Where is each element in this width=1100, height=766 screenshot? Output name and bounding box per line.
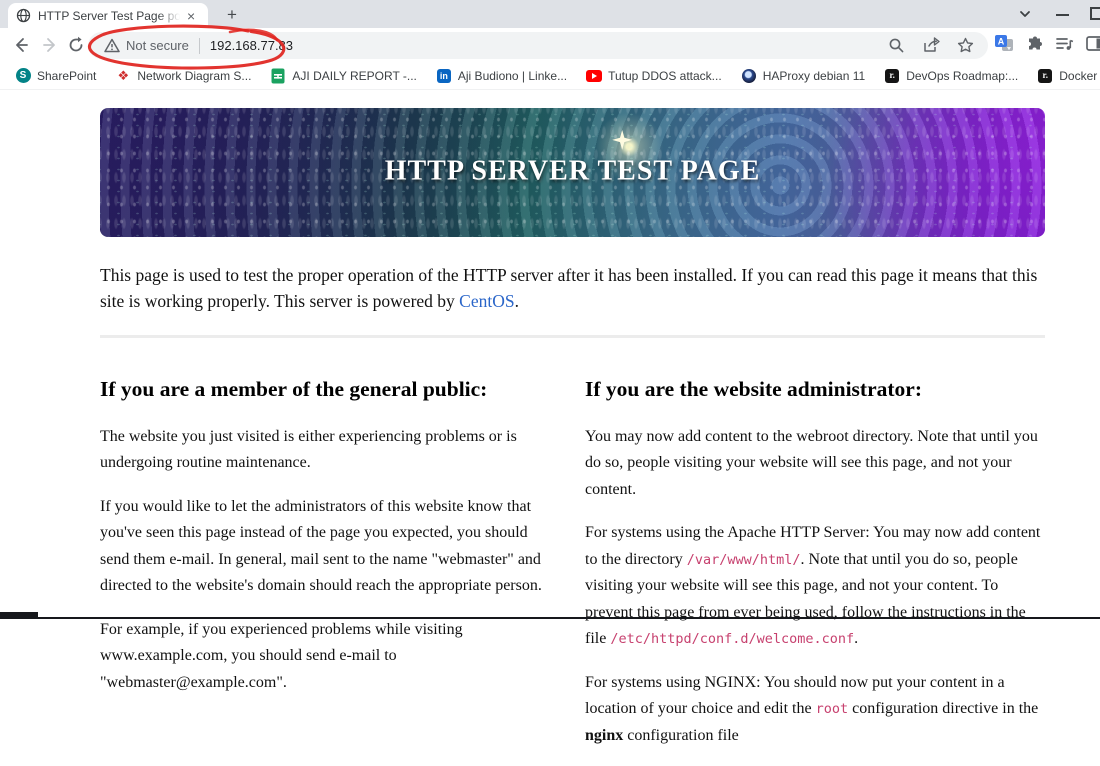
admin-paragraph-3: For systems using NGINX: You should now …	[585, 670, 1045, 750]
bookmark-youtube[interactable]: Tutup DDOS attack...	[581, 66, 727, 86]
maximize-icon[interactable]	[1090, 7, 1100, 20]
bookmark-haproxy[interactable]: HAProxy debian 11	[736, 66, 871, 86]
bookmark-network-diagram[interactable]: ❖ Network Diagram S...	[110, 66, 256, 86]
starburst-decoration	[612, 130, 632, 150]
media-controls-icon[interactable]	[1055, 35, 1074, 52]
url-text[interactable]: 192.168.77.83	[210, 38, 293, 53]
tab-title: HTTP Server Test Page powered	[38, 9, 180, 23]
google-sheets-icon	[270, 68, 286, 84]
public-paragraph-2: If you would like to let the administrat…	[100, 494, 560, 600]
tab-close-icon[interactable]: ×	[187, 9, 195, 23]
back-icon[interactable]	[8, 32, 34, 58]
share-icon[interactable]	[922, 37, 940, 54]
tab-search-chevron-icon[interactable]	[1016, 6, 1034, 22]
bookmark-linkedin[interactable]: in Aji Budiono | Linke...	[431, 66, 572, 86]
youtube-icon	[586, 68, 602, 84]
roadmap-icon: r.	[884, 68, 900, 84]
test-page-banner: HTTP SERVER TEST PAGE	[100, 108, 1045, 237]
roadmap-icon: r.	[1037, 68, 1053, 84]
new-tab-button[interactable]: +	[220, 5, 244, 26]
address-bar[interactable]: Not secure 192.168.77.83	[88, 32, 988, 59]
search-icon[interactable]	[888, 37, 905, 54]
browser-titlebar: HTTP Server Test Page powered × +	[0, 0, 1100, 28]
banner-title: HTTP SERVER TEST PAGE	[100, 155, 1045, 187]
forward-icon[interactable]	[37, 32, 63, 58]
centos-link[interactable]: CentOS	[459, 291, 514, 311]
security-label[interactable]: Not secure	[126, 38, 189, 53]
admin-paragraph-1: You may now add content to the webroot d…	[585, 424, 1045, 504]
page-viewport: HTTP SERVER TEST PAGE This page is used …	[0, 90, 1100, 617]
public-column: If you are a member of the general publi…	[100, 353, 560, 766]
apache-docroot-path: /var/www/html/	[687, 552, 801, 568]
divider-rule	[100, 335, 1045, 338]
side-panel-icon[interactable]	[1085, 35, 1100, 52]
globe-favicon-icon	[16, 8, 31, 23]
browser-toolbar: Not secure 192.168.77.83 A	[0, 28, 1100, 62]
public-paragraph-3: For example, if you experienced problems…	[100, 617, 560, 697]
nginx-bold: nginx	[585, 727, 623, 744]
extensions-icon[interactable]	[1025, 34, 1044, 53]
admin-heading: If you are the website administrator:	[585, 376, 1045, 403]
omnibox-divider	[199, 38, 200, 54]
reload-icon[interactable]	[63, 32, 89, 58]
bookmark-devops-roadmap[interactable]: r. DevOps Roadmap:...	[879, 66, 1023, 86]
minimize-icon[interactable]	[1056, 14, 1069, 16]
haproxy-icon	[741, 68, 757, 84]
svg-text:A: A	[998, 37, 1005, 47]
bookmark-docker-roadmap[interactable]: r. Docker Roadmap -...	[1032, 66, 1100, 86]
browser-tab[interactable]: HTTP Server Test Page powered ×	[8, 3, 208, 28]
sharepoint-icon: S	[15, 68, 31, 84]
bookmark-sharepoint[interactable]: S SharePoint	[10, 66, 101, 86]
lead-paragraph: This page is used to test the proper ope…	[100, 262, 1045, 314]
root-directive: root	[816, 701, 849, 717]
public-paragraph-1: The website you just visited is either e…	[100, 424, 560, 477]
public-heading: If you are a member of the general publi…	[100, 376, 560, 403]
network-diagram-icon: ❖	[115, 68, 131, 84]
taskbar-edge-block	[0, 612, 38, 619]
translate-icon[interactable]: A	[994, 33, 1014, 53]
bookmark-aji-daily-report[interactable]: AJI DAILY REPORT -...	[265, 66, 421, 86]
star-icon[interactable]	[957, 37, 974, 54]
admin-paragraph-2: For systems using the Apache HTTP Server…	[585, 520, 1045, 653]
bookmarks-bar: S SharePoint ❖ Network Diagram S... AJI …	[0, 62, 1100, 90]
linkedin-icon: in	[436, 68, 452, 84]
welcome-conf-path: /etc/httpd/conf.d/welcome.conf	[610, 631, 854, 647]
not-secure-warning-icon[interactable]	[104, 38, 120, 53]
admin-column: If you are the website administrator: Yo…	[585, 353, 1045, 766]
